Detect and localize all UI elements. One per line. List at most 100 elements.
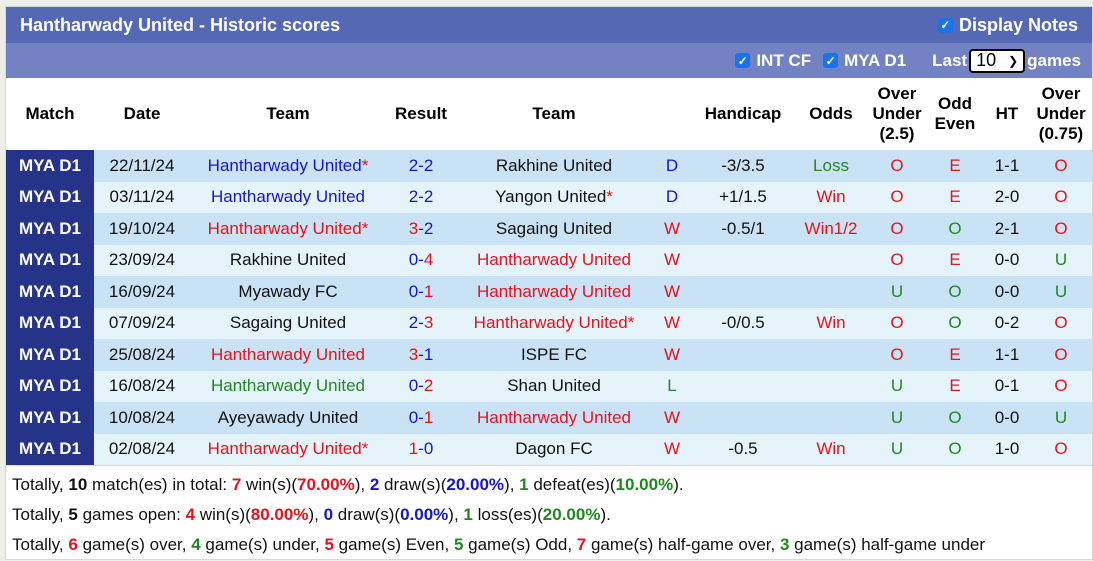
home-team-name[interactable]: Sagaing United (230, 313, 346, 332)
ht-score-cell: 2-1 (984, 213, 1030, 245)
away-team-cell[interactable]: ISPE FC (456, 339, 652, 371)
score-away: 0 (423, 439, 434, 459)
home-team-cell[interactable]: Sagaing United (190, 307, 386, 339)
summary-text: Totally, (12, 535, 69, 554)
col-ht: HT (995, 104, 1019, 123)
home-team-cell[interactable]: Hantharwady United* (190, 433, 386, 465)
summary-value: 7 (576, 535, 587, 554)
summary-text: game(s) over, (77, 535, 192, 554)
over-under-075-cell: O (1030, 370, 1092, 402)
home-team-cell[interactable]: Myawady FC (190, 276, 386, 308)
col-match: Match (25, 104, 75, 123)
away-team-name[interactable]: Shan United (507, 376, 601, 395)
summary-text: game(s) Even, (333, 535, 454, 554)
away-team-name[interactable]: Dagon FC (515, 439, 592, 458)
league-cell[interactable]: MYA D1 (6, 402, 94, 434)
summary-value: 7 (231, 475, 242, 494)
away-team-name[interactable]: ISPE FC (521, 345, 587, 364)
summary-text: draw(s)( (379, 475, 447, 494)
home-team-name[interactable]: Hantharwady United (211, 187, 365, 206)
score-away: 1 (423, 281, 434, 301)
away-team-cell[interactable]: Yangon United* (456, 181, 652, 213)
display-notes-toggle[interactable]: ✓ Display Notes (937, 15, 1078, 36)
home-team-cell[interactable]: Hantharwady United (190, 181, 386, 213)
last-games-select[interactable]: 10 ❯ (969, 48, 1026, 73)
league-cell[interactable]: MYA D1 (6, 339, 94, 371)
result-cell[interactable]: 3-1 (386, 339, 456, 371)
away-team-cell[interactable]: Hantharwady United* (456, 307, 652, 339)
mya-d1-checkbox[interactable]: ✓ (823, 53, 839, 68)
result-cell[interactable]: 2-2 (386, 181, 456, 213)
date-cell: 10/08/24 (94, 402, 190, 434)
score-home: 2 (408, 155, 419, 175)
away-team-cell[interactable]: Rakhine United (456, 150, 652, 182)
away-team-cell[interactable]: Dagon FC (456, 433, 652, 465)
home-team-name[interactable]: Ayeyawady United (218, 408, 359, 427)
col-result: Result (395, 104, 447, 123)
result-cell[interactable]: 2-2 (386, 150, 456, 182)
summary-value: 1 (463, 505, 473, 524)
score-away: 4 (423, 250, 434, 270)
score-home: 0 (408, 250, 419, 270)
home-team-name[interactable]: Hantharwady United (211, 376, 365, 395)
league-cell[interactable]: MYA D1 (6, 276, 94, 308)
home-team-cell[interactable]: Hantharwady United* (190, 150, 386, 182)
away-team-name[interactable]: Yangon United (495, 187, 606, 206)
away-team-name[interactable]: Sagaing United (496, 219, 612, 238)
result-cell[interactable]: 0-2 (386, 370, 456, 402)
home-team-cell[interactable]: Hantharwady United (190, 339, 386, 371)
over-under-075-cell: O (1030, 307, 1092, 339)
home-team-name[interactable]: Hantharwady United (208, 439, 362, 458)
odds-cell (794, 339, 868, 371)
league-cell[interactable]: MYA D1 (6, 307, 94, 339)
league-cell[interactable]: MYA D1 (6, 150, 94, 182)
home-team-name[interactable]: Hantharwady United (211, 345, 365, 364)
home-team-cell[interactable]: Rakhine United (190, 244, 386, 276)
away-team-name[interactable]: Hantharwady United (477, 250, 631, 269)
league-cell[interactable]: MYA D1 (6, 244, 94, 276)
result-cell[interactable]: 3-2 (386, 213, 456, 245)
over-under-cell: U (868, 402, 926, 434)
home-team-name[interactable]: Hantharwady United (208, 156, 362, 175)
summary-value: 20.00% (446, 475, 505, 494)
result-cell[interactable]: 1-0 (386, 433, 456, 465)
league-cell[interactable]: MYA D1 (6, 370, 94, 402)
result-cell[interactable]: 0-1 (386, 402, 456, 434)
home-team-name[interactable]: Rakhine United (230, 250, 346, 269)
result-cell[interactable]: 0-4 (386, 244, 456, 276)
home-team-name[interactable]: Myawady FC (238, 282, 337, 301)
result-cell[interactable]: 2-3 (386, 307, 456, 339)
odd-even-cell: E (926, 370, 984, 402)
away-team-cell[interactable]: Hantharwady United (456, 276, 652, 308)
away-team-name[interactable]: Hantharwady United (477, 408, 631, 427)
league-cell[interactable]: MYA D1 (6, 433, 94, 465)
outcome-cell: W (652, 402, 692, 434)
int-cf-checkbox[interactable]: ✓ (735, 53, 751, 68)
home-team-cell[interactable]: Hantharwady United (190, 370, 386, 402)
away-team-name[interactable]: Hantharwady United (477, 282, 631, 301)
home-team-cell[interactable]: Hantharwady United* (190, 213, 386, 245)
odd-even-cell: E (926, 181, 984, 213)
summary-text: ), (504, 475, 520, 494)
col-date: Date (123, 104, 161, 123)
away-team-cell[interactable]: Hantharwady United (456, 402, 652, 434)
table-row: MYA D1 19/10/24 Hantharwady United* 3-2 Saga… (6, 213, 1092, 245)
home-team-name[interactable]: Hantharwady United (208, 219, 362, 238)
summary-value: 4 (185, 505, 196, 524)
away-team-cell[interactable]: Sagaing United (456, 213, 652, 245)
table-row: MYA D1 03/11/24 Hantharwady United 2-2 Yango… (6, 181, 1092, 213)
summary-value: 4 (191, 535, 201, 554)
ht-score-cell: 1-0 (984, 433, 1030, 465)
away-team-name[interactable]: Rakhine United (496, 156, 612, 175)
display-notes-checkbox[interactable]: ✓ (937, 17, 953, 33)
league-cell[interactable]: MYA D1 (6, 181, 94, 213)
result-cell[interactable]: 0-1 (386, 276, 456, 308)
title-bar: Hantharwady United - Historic scores ✓ D… (6, 7, 1092, 43)
home-team-cell[interactable]: Ayeyawady United (190, 402, 386, 434)
league-cell[interactable]: MYA D1 (6, 213, 94, 245)
date-cell: 23/09/24 (94, 244, 190, 276)
away-team-name[interactable]: Hantharwady United (474, 313, 628, 332)
outcome-cell: W (652, 339, 692, 371)
away-team-cell[interactable]: Hantharwady United (456, 244, 652, 276)
away-team-cell[interactable]: Shan United (456, 370, 652, 402)
